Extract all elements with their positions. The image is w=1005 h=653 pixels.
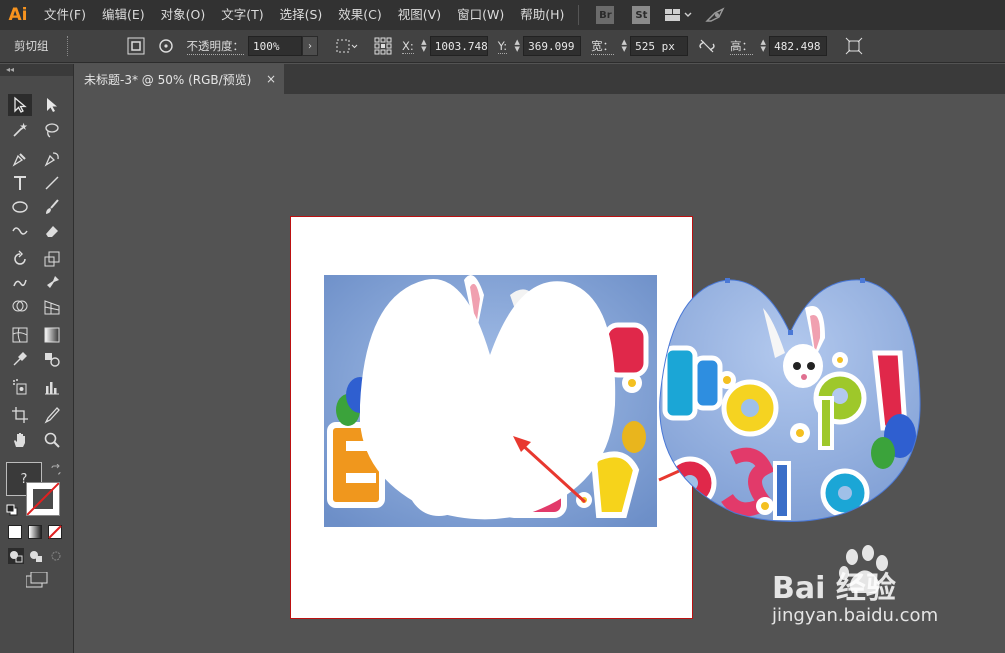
app-logo: Ai	[8, 5, 28, 25]
height-stepper[interactable]: ▲ ▼	[757, 36, 769, 56]
opacity-input[interactable]: 100%	[248, 36, 302, 56]
line-segment-tool-icon[interactable]	[40, 172, 64, 194]
curvature-tool-icon[interactable]	[40, 148, 64, 170]
menu-edit[interactable]: 编辑(E)	[94, 0, 153, 30]
color-mode-icon[interactable]	[8, 525, 22, 539]
stroke-swatch[interactable]	[26, 482, 60, 516]
swap-fill-stroke-icon[interactable]	[50, 463, 62, 479]
menu-help[interactable]: 帮助(H)	[512, 0, 572, 30]
x-input[interactable]: 1003.748	[429, 36, 488, 56]
shape-builder-tool-icon[interactable]	[8, 296, 32, 318]
zoom-tool-icon[interactable]	[40, 429, 64, 451]
y-input[interactable]: 369.099	[523, 36, 582, 56]
width-stepper[interactable]: ▲ ▼	[618, 36, 630, 56]
column-graph-tool-icon[interactable]	[40, 376, 64, 398]
ellipse-tool-icon[interactable]	[8, 196, 32, 218]
opacity-dropdown-arrow[interactable]: ›	[302, 36, 318, 56]
bridge-button[interactable]: Br	[596, 6, 615, 24]
opacity-label[interactable]: 不透明度：	[186, 38, 244, 55]
menu-view[interactable]: 视图(V)	[390, 0, 449, 30]
hand-tool-icon[interactable]	[8, 429, 32, 451]
artboard-tool-icon[interactable]	[8, 404, 32, 426]
mesh-tool-icon[interactable]	[8, 324, 32, 346]
default-fill-stroke-icon[interactable]	[6, 504, 18, 519]
height-input[interactable]: 482.498	[769, 36, 828, 56]
edit-contents-icon[interactable]	[157, 37, 175, 55]
menu-effect[interactable]: 效果(C)	[330, 0, 389, 30]
document-tab[interactable]: 未标题-3* @ 50% (RGB/预览) ×	[74, 64, 284, 94]
x-stepper[interactable]: ▲ ▼	[418, 36, 430, 56]
blend-tool-icon[interactable]	[40, 348, 64, 370]
selection-type-label: 剪切组	[14, 39, 49, 53]
draw-normal-icon[interactable]	[8, 548, 24, 567]
type-tool-icon[interactable]	[8, 172, 32, 194]
document-tab-title: 未标题-3* @ 50% (RGB/预览)	[84, 72, 252, 87]
gradient-tool-icon[interactable]	[40, 324, 64, 346]
gradient-mode-icon[interactable]	[28, 525, 42, 539]
shaper-tool-icon[interactable]	[8, 220, 32, 242]
perspective-grid-tool-icon[interactable]	[40, 296, 64, 318]
rotate-tool-icon[interactable]	[8, 248, 32, 270]
annotation-arrow-left	[513, 436, 587, 504]
control-bar-grip	[66, 36, 69, 56]
transform-bounds-icon[interactable]	[336, 38, 358, 54]
gpu-rocket-icon[interactable]	[705, 7, 727, 23]
pen-tool-icon[interactable]	[8, 148, 32, 170]
eraser-tool-icon[interactable]	[40, 220, 64, 242]
screen-mode-icon[interactable]	[25, 571, 48, 591]
scale-tool-icon[interactable]	[40, 248, 64, 270]
tools-panel: ◂◂ ?	[0, 64, 74, 653]
y-stepper[interactable]: ▲ ▼	[511, 36, 523, 56]
workspace-layout-icon[interactable]	[665, 8, 693, 22]
menu-separator	[578, 5, 580, 25]
menu-select[interactable]: 选择(S)	[272, 0, 331, 30]
none-mode-icon[interactable]	[48, 525, 62, 539]
height-label: 高：	[730, 38, 754, 55]
paintbrush-tool-icon[interactable]	[40, 196, 64, 218]
puppet-warp-tool-icon[interactable]	[40, 272, 64, 294]
menu-object[interactable]: 对象(O)	[153, 0, 214, 30]
width-label: 宽：	[591, 38, 615, 55]
baidu-jingyan-watermark: Bai 经验 jingyan.baidu.com	[772, 545, 1002, 640]
magic-wand-tool-icon[interactable]	[8, 119, 32, 141]
menu-bar: Ai 文件(F) 编辑(E) 对象(O) 文字(T) 选择(S) 效果(C) 视…	[0, 0, 1005, 30]
transform-panel-icon[interactable]	[845, 37, 863, 55]
x-label: X:	[402, 38, 414, 54]
direct-selection-tool-icon[interactable]	[40, 94, 64, 116]
y-label: Y:	[497, 38, 508, 54]
constrain-proportions-link-icon[interactable]	[698, 39, 716, 53]
stock-button[interactable]: St	[632, 6, 651, 24]
menu-type[interactable]: 文字(T)	[213, 0, 271, 30]
menu-window[interactable]: 窗口(W)	[449, 0, 512, 30]
control-bar: 剪切组 不透明度： 100% › X: ▲ ▼ 1003.748 Y: ▲ ▼ 36…	[0, 30, 1005, 63]
tools-panel-collapse[interactable]: ◂◂	[0, 64, 73, 76]
watermark-logo-text: Bai 经验	[772, 571, 896, 606]
watermark-url: jingyan.baidu.com	[772, 605, 939, 626]
edit-clipping-path-icon[interactable]	[127, 37, 145, 55]
eyedropper-tool-icon[interactable]	[8, 348, 32, 370]
document-tab-bar: 未标题-3* @ 50% (RGB/预览) ×	[74, 64, 1005, 94]
draw-inside-icon[interactable]	[48, 548, 64, 567]
symbol-sprayer-tool-icon[interactable]	[8, 376, 32, 398]
warp-tool-icon[interactable]	[8, 272, 32, 294]
lasso-tool-icon[interactable]	[40, 119, 64, 141]
menu-file[interactable]: 文件(F)	[36, 0, 94, 30]
clipped-egg-group[interactable]	[655, 278, 925, 523]
close-icon[interactable]: ×	[266, 72, 276, 86]
draw-behind-icon[interactable]	[28, 548, 44, 567]
width-input[interactable]: 525 px	[630, 36, 689, 56]
selection-tool-icon[interactable]	[8, 94, 32, 116]
slice-tool-icon[interactable]	[40, 404, 64, 426]
reference-point-icon[interactable]	[374, 37, 392, 55]
